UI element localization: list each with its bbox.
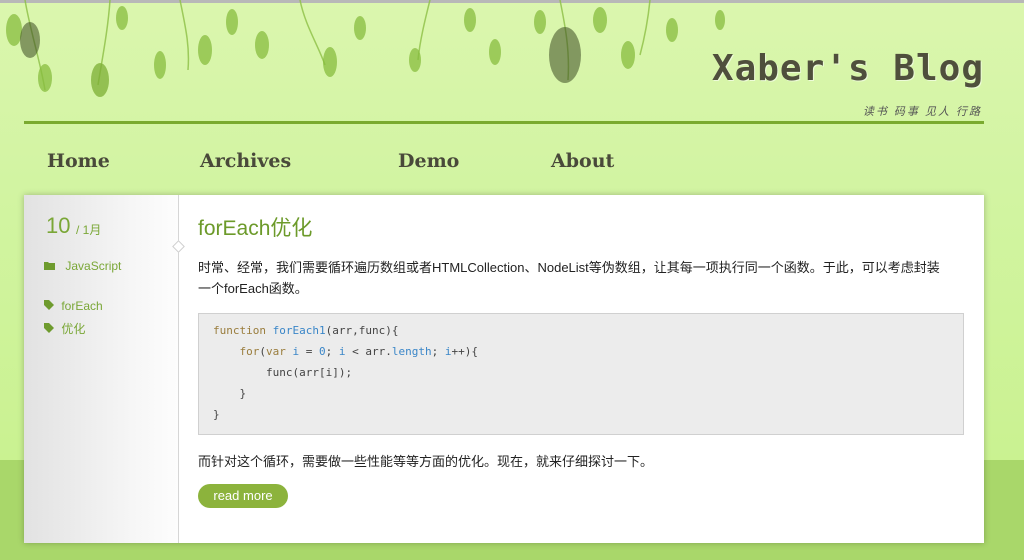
code-block: function forEach1(arr,func){ for(var i =… [198,313,964,435]
nav-home[interactable]: Home [47,150,110,172]
post-tag-label: 优化 [61,322,86,336]
nav-about[interactable]: About [551,150,614,172]
code-line: func(arr[i]); [213,366,353,379]
site-subtitle: 读书 码事 见人 行路 [862,106,982,118]
code-line: } [213,408,220,421]
post-intro-line: 一个forEach函数。 [198,281,308,296]
read-more-button[interactable]: read more [198,484,288,508]
code-line: for(var i = 0; i < arr.length; i++){ [239,345,478,358]
post-outro: 而针对这个循环，需要做一些性能等等方面的优化。现在，就来仔细探讨一下。 [198,454,654,469]
nav-archives[interactable]: Archives [200,150,291,172]
post-tag-label: forEach [61,299,103,313]
post-tag-foreach[interactable]: forEach [44,299,103,313]
post-category[interactable]: JavaScript [44,259,121,273]
code-line: } [213,387,247,400]
post-date-month: / 1月 [76,223,102,237]
post-intro: 时常、经常，我们需要循环遍历数组或者HTMLCollection、NodeLis… [198,257,968,299]
folder-icon [44,259,58,273]
nav-demo[interactable]: Demo [398,150,459,172]
post-card: 10 / 1月 JavaScript forEach 优化 forEach优化 … [24,195,984,543]
post-date-day: 10 [46,213,71,238]
tag-icon [44,322,58,336]
post-category-label: JavaScript [65,259,122,273]
post-meta-sidebar: 10 / 1月 JavaScript forEach 优化 [24,195,179,543]
post-tag-optimize[interactable]: 优化 [44,320,85,337]
site-title[interactable]: Xaber's Blog [712,48,984,89]
header-divider [24,121,984,124]
code-line: function forEach1(arr,func){ [213,324,399,337]
tag-icon [44,299,58,313]
post-intro-line: 时常、经常，我们需要循环遍历数组或者HTMLCollection、NodeLis… [198,260,940,275]
post-title[interactable]: forEach优化 [198,212,312,242]
